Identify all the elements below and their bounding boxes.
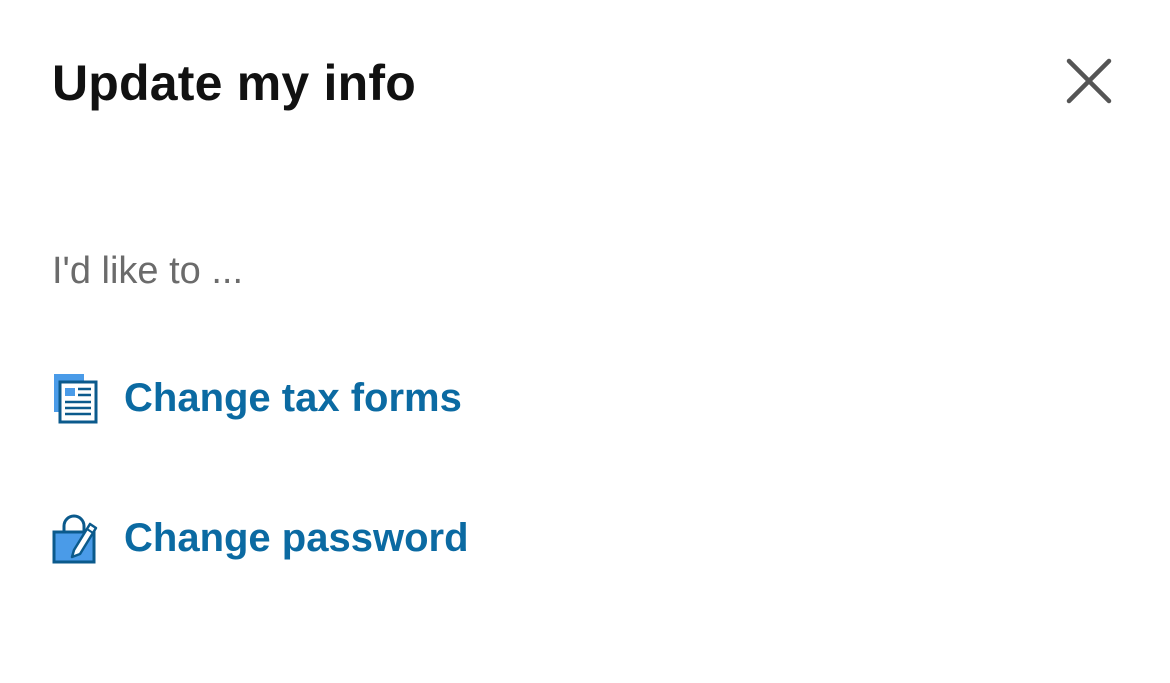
change-password-label: Change password bbox=[124, 516, 469, 560]
change-tax-forms-link[interactable]: Change tax forms bbox=[52, 370, 462, 426]
lock-edit-icon bbox=[52, 510, 100, 566]
change-tax-forms-label: Change tax forms bbox=[124, 376, 462, 420]
tax-form-icon bbox=[52, 370, 100, 426]
update-info-dialog: Update my info I'd like to ... Change ta… bbox=[0, 0, 1170, 683]
prompt-text: I'd like to ... bbox=[52, 250, 244, 292]
change-password-link[interactable]: Change password bbox=[52, 510, 469, 566]
dialog-title: Update my info bbox=[52, 55, 416, 111]
close-icon bbox=[1060, 52, 1118, 110]
close-button[interactable] bbox=[1060, 52, 1118, 110]
